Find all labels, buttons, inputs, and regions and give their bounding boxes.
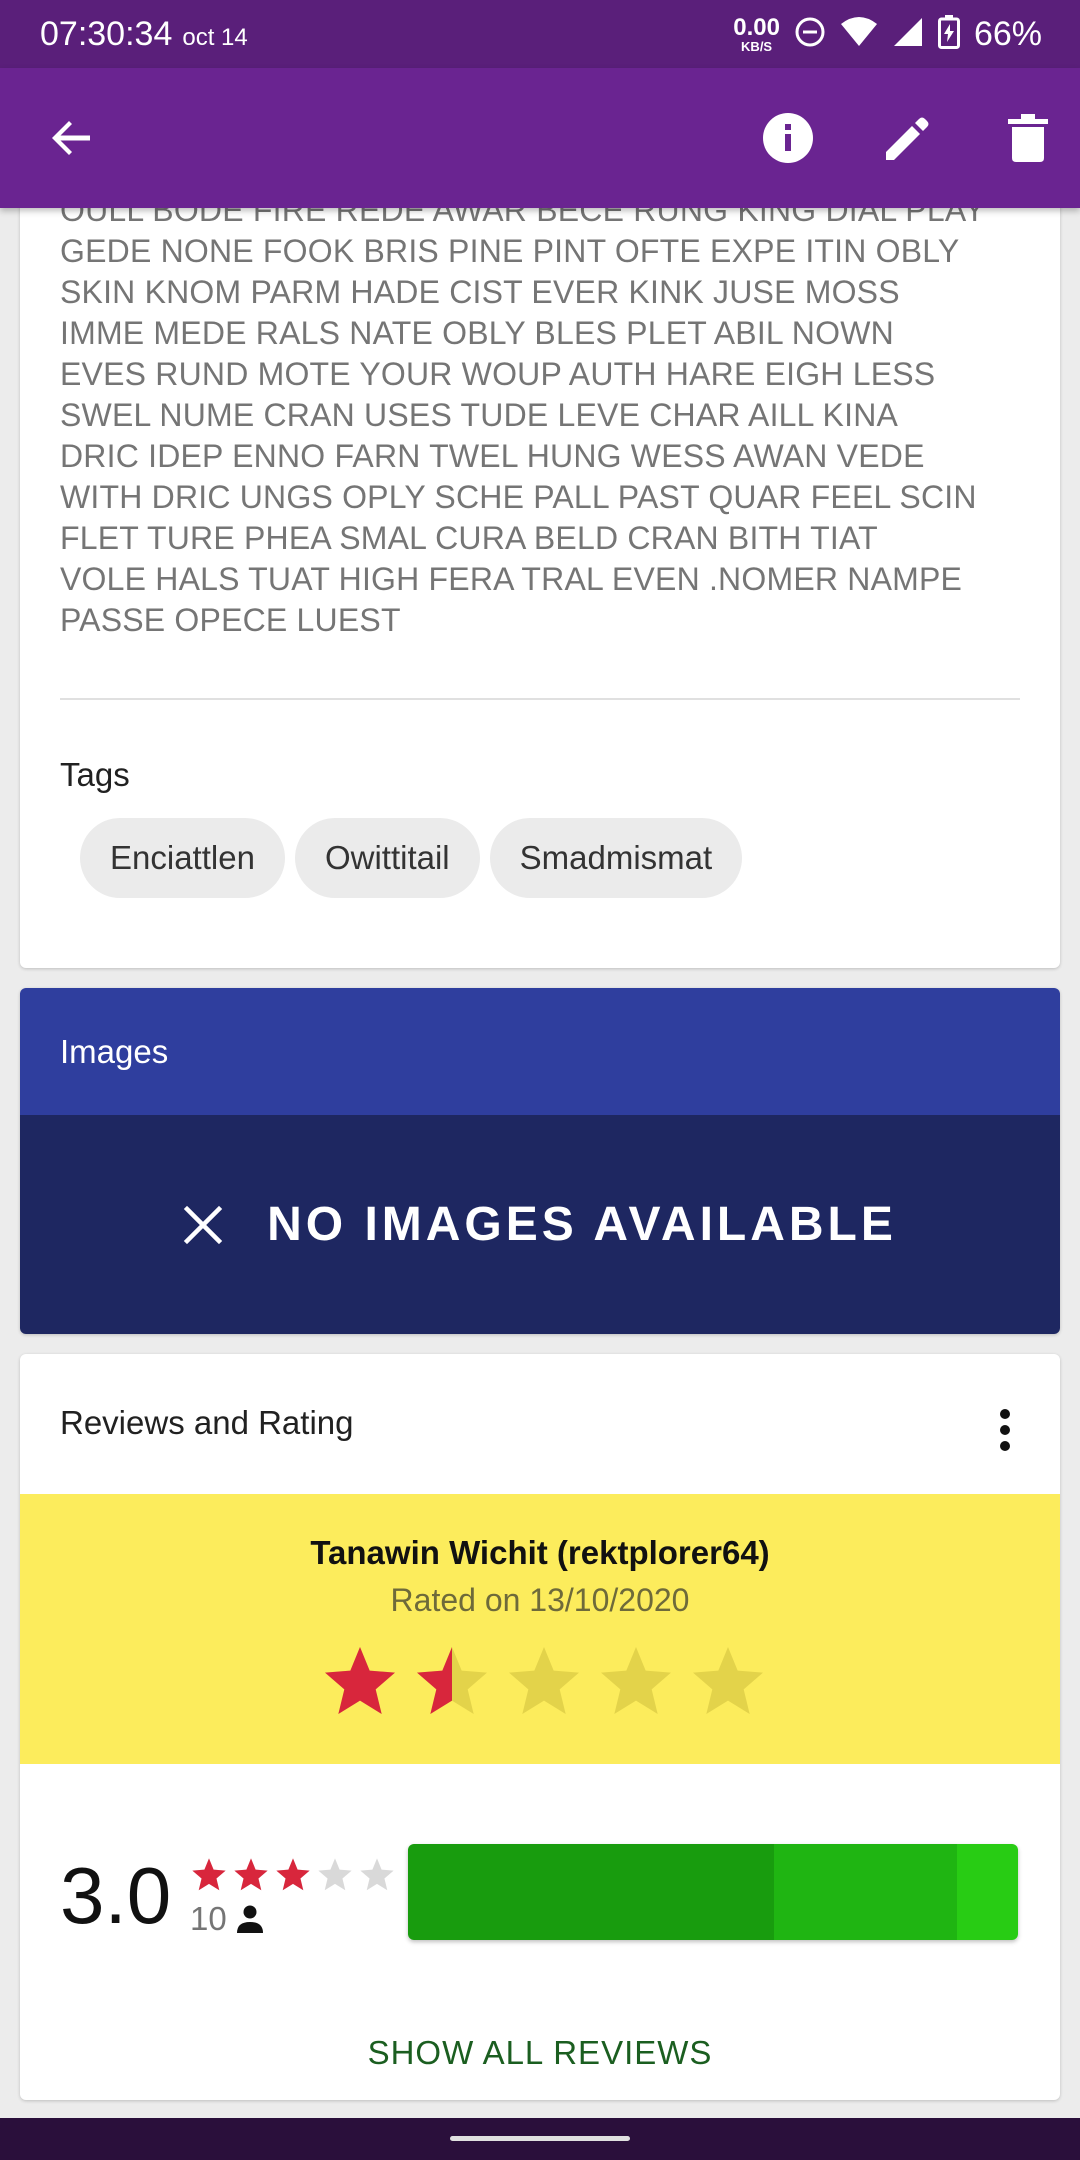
tags-label: Tags <box>60 756 130 793</box>
info-button[interactable] <box>756 106 820 170</box>
my-rating-stars <box>320 1642 768 1722</box>
net-speed-value: 0.00 <box>733 13 780 41</box>
description-text: OULL BODE FIRE REDE AWAR BECE RUNG KING … <box>60 192 986 638</box>
info-icon <box>763 113 813 163</box>
net-speed-unit: KB/S <box>741 38 773 54</box>
status-time: 07:30:34 <box>40 14 173 53</box>
images-card: Images NO IMAGES AVAILABLE <box>20 988 1060 1334</box>
star-icon <box>192 1858 226 1891</box>
more-vert-icon <box>1000 1409 1010 1451</box>
back-button[interactable] <box>40 106 104 170</box>
star-icon <box>509 1647 579 1714</box>
app-bar <box>0 68 1080 208</box>
no-images-text: NO IMAGES AVAILABLE <box>267 1198 897 1251</box>
app-bar-actions <box>756 106 1060 170</box>
arrow-back-icon <box>52 121 90 155</box>
review-count: 10 <box>190 1900 263 1938</box>
signal-icon <box>892 16 924 53</box>
show-all-reviews-button[interactable]: SHOW ALL REVIEWS <box>20 2034 1060 2072</box>
reviews-card: Reviews and Rating Tanawin Wichit (rektp… <box>20 1354 1060 2100</box>
battery-percent: 66% <box>973 14 1042 53</box>
my-review[interactable]: Tanawin Wichit (rektplorer64) Rated on 1… <box>20 1494 1060 1764</box>
rating-summary: 3.0 10 SHOW ALL REVIEWS <box>20 1764 1060 2100</box>
net-speed: 0.00 KB/S <box>733 13 780 54</box>
reviews-title: Reviews and Rating <box>60 1404 354 1441</box>
reviews-menu-button[interactable] <box>990 1398 1020 1462</box>
tag-chip[interactable]: Smadmismat <box>489 818 743 898</box>
tags-list: Enciattlen Owittitail Smadmismat <box>80 818 743 898</box>
wifi-icon <box>840 16 878 53</box>
tag-chip[interactable]: Owittitail <box>294 818 480 898</box>
rated-on-date: Rated on 13/10/2020 <box>390 1582 690 1618</box>
images-header: Images <box>20 988 1060 1115</box>
navigation-bar <box>0 2118 1080 2160</box>
star-icon <box>693 1647 763 1714</box>
divider <box>60 698 1020 700</box>
average-rating: 3.0 <box>60 1851 172 1940</box>
star-icon <box>276 1858 310 1891</box>
status-right: 0.00 KB/S 66% <box>733 13 1042 54</box>
star-icon <box>360 1858 394 1891</box>
star-icon <box>325 1647 395 1714</box>
person-icon <box>236 1905 263 1933</box>
trash-icon <box>1008 114 1048 162</box>
home-handle[interactable] <box>450 2136 630 2141</box>
star-icon <box>318 1858 352 1891</box>
delete-button[interactable] <box>996 106 1060 170</box>
star-icon <box>234 1858 268 1891</box>
review-count-value: 10 <box>190 1900 227 1937</box>
star-icon <box>601 1647 671 1714</box>
tag-chip[interactable]: Enciattlen <box>80 818 285 898</box>
pencil-icon <box>886 117 929 160</box>
reviewer-name: Tanawin Wichit (rektplorer64) <box>310 1534 770 1571</box>
distribution-segment <box>957 1844 1018 1940</box>
rating-distribution-bar <box>408 1844 1018 1940</box>
close-icon <box>183 1205 223 1244</box>
dnd-icon <box>794 16 826 53</box>
average-rating-stars <box>190 1856 396 1894</box>
edit-button[interactable] <box>876 106 940 170</box>
distribution-segment <box>774 1844 957 1940</box>
status-bar: 07:30:34 oct 14 0.00 KB/S 66% <box>0 0 1080 68</box>
no-images-panel: NO IMAGES AVAILABLE <box>20 1115 1060 1334</box>
description-card: OULL BODE FIRE REDE AWAR BECE RUNG KING … <box>20 150 1060 968</box>
status-left: 07:30:34 oct 14 <box>40 15 248 54</box>
distribution-segment <box>408 1844 774 1940</box>
star-icon <box>417 1647 487 1714</box>
status-date: oct 14 <box>182 23 248 51</box>
battery-icon <box>937 14 960 54</box>
